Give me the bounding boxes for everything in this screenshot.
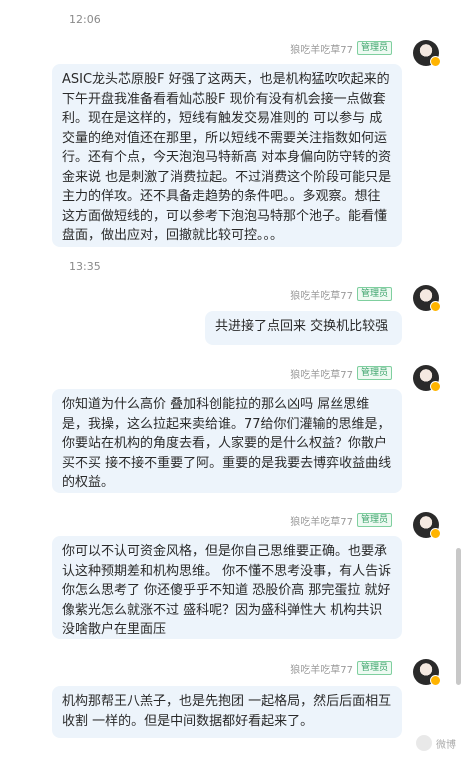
sender-meta: 狼吃羊吃草77 管理员: [0, 512, 392, 528]
avatar[interactable]: [413, 659, 441, 686]
admin-badge: 管理员: [356, 513, 392, 527]
avatar[interactable]: [413, 365, 441, 392]
sender-meta: 狼吃羊吃草77 管理员: [0, 365, 392, 381]
message-bubble: 你知道为什么高价 叠加科创能拉的那么凶吗 屌丝思维是，我操，这么拉起来卖给谁。7…: [52, 389, 402, 493]
sender-name[interactable]: 狼吃羊吃草77: [290, 366, 353, 381]
message-bubble: 共进接了点回来 交换机比较强: [205, 311, 402, 345]
timestamp: 12:06: [69, 13, 101, 26]
sender-name[interactable]: 狼吃羊吃草77: [290, 513, 353, 528]
message-bubble: 你可以不认可资金风格，但是你自己思维要正确。也要承认这种预期差和机构思维。 你不…: [52, 536, 402, 639]
avatar[interactable]: [413, 40, 441, 67]
chat-thread[interactable]: 12:06 狼吃羊吃草77 管理员 ASIC龙头芯原股F 好强了这两天，也是机构…: [0, 0, 464, 759]
vip-badge-icon: [430, 301, 441, 312]
timestamp: 13:35: [69, 260, 101, 273]
sender-meta: 狼吃羊吃草77 管理员: [0, 40, 392, 56]
weibo-logo-icon: [416, 735, 432, 751]
admin-badge: 管理员: [356, 661, 392, 675]
message-bubble: ASIC龙头芯原股F 好强了这两天，也是机构猛吹吹起来的 下午开盘我准备看看灿芯…: [52, 64, 402, 247]
avatar[interactable]: [413, 285, 441, 312]
vip-badge-icon: [430, 381, 441, 392]
vip-badge-icon: [430, 675, 441, 686]
sender-name[interactable]: 狼吃羊吃草77: [290, 661, 353, 676]
sender-meta: 狼吃羊吃草77 管理员: [0, 286, 392, 302]
watermark: 微博: [416, 735, 456, 751]
vip-badge-icon: [430, 56, 441, 67]
watermark-text: 微博: [436, 739, 456, 751]
sender-meta: 狼吃羊吃草77 管理员: [0, 660, 392, 676]
sender-name[interactable]: 狼吃羊吃草77: [290, 41, 353, 56]
avatar[interactable]: [413, 512, 441, 539]
admin-badge: 管理员: [356, 41, 392, 55]
admin-badge: 管理员: [356, 366, 392, 380]
admin-badge: 管理员: [356, 287, 392, 301]
vip-badge-icon: [430, 528, 441, 539]
scrollbar-thumb[interactable]: [456, 548, 461, 685]
sender-name[interactable]: 狼吃羊吃草77: [290, 287, 353, 302]
message-bubble: 机构那帮王八羔子，也是先抱团 一起格局，然后后面相互收割 一样的。但是中间数据都…: [52, 686, 402, 738]
